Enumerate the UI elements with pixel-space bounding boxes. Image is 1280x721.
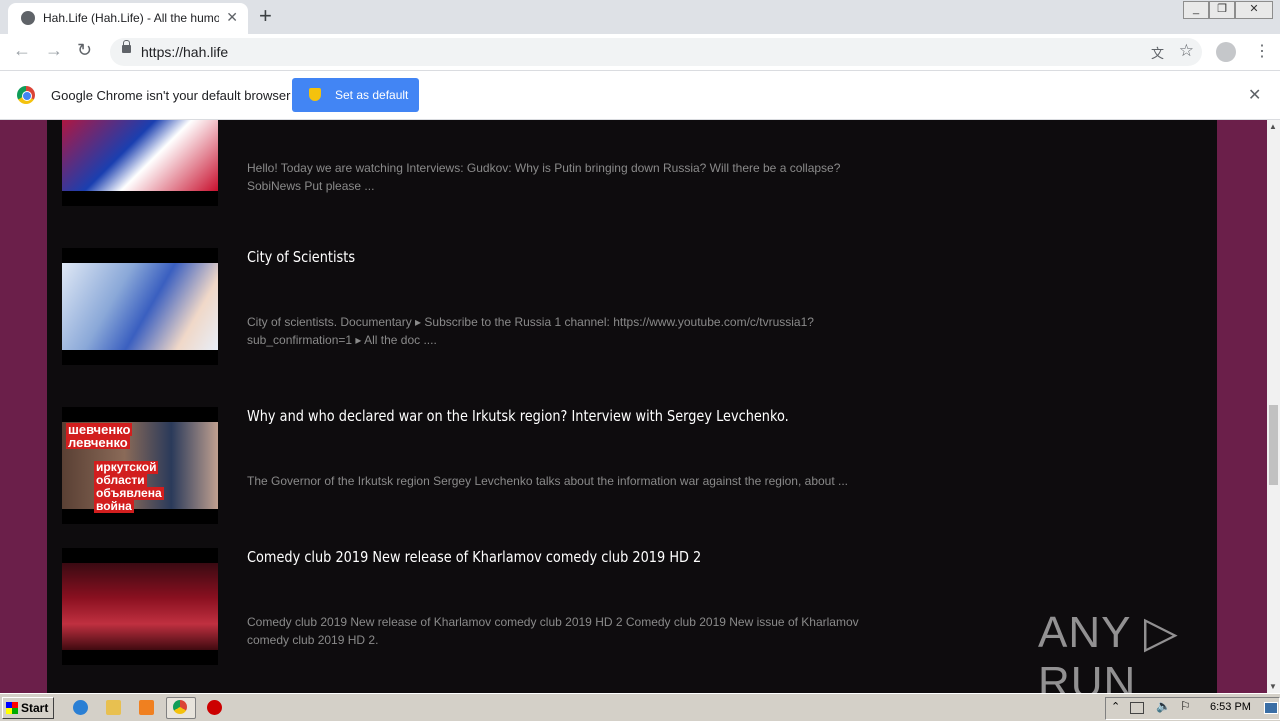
flag-icon[interactable]: ⚐ <box>1180 699 1191 713</box>
forward-button[interactable]: → <box>45 40 63 61</box>
back-button[interactable]: ← <box>13 40 31 61</box>
thumbnail-caption: иркутской области объявлена война <box>94 461 164 513</box>
set-default-label: Set as default <box>335 88 409 102</box>
windows-taskbar: Start ⌃ 🔈 ⚐ 6:53 PM <box>0 693 1280 721</box>
browser-tab[interactable]: Hah.Life (Hah.Life) - All the humor in ✕ <box>8 3 248 34</box>
video-title[interactable]: City of Scientists <box>247 248 355 266</box>
clock: 6:53 PM <box>1210 701 1251 713</box>
video-thumbnail[interactable] <box>62 248 218 365</box>
minimize-button[interactable]: _ <box>1183 1 1209 19</box>
translate-icon[interactable]: 文 <box>1151 43 1164 62</box>
bookmark-star-icon[interactable]: ☆ <box>1179 41 1194 61</box>
network-icon[interactable] <box>1130 702 1144 714</box>
globe-icon <box>21 11 35 25</box>
video-thumbnail[interactable]: шевченко левченко иркутской области объя… <box>62 407 218 524</box>
set-default-button[interactable]: Set as default <box>292 78 419 112</box>
chrome-menu-icon[interactable]: ⋮ <box>1254 41 1270 61</box>
system-tray: ⌃ 🔈 ⚐ 6:53 PM <box>1105 697 1280 720</box>
reload-button[interactable]: ↻ <box>77 40 92 61</box>
tray-expand-icon[interactable]: ⌃ <box>1111 700 1120 713</box>
tab-close-icon[interactable]: ✕ <box>226 9 238 26</box>
video-thumbnail[interactable] <box>62 120 218 206</box>
infobar-message: Google Chrome isn't your default browser <box>51 88 291 103</box>
scroll-up-arrow-icon[interactable]: ▲ <box>1269 122 1277 131</box>
video-description: Hello! Today we are watching Interviews:… <box>247 161 841 193</box>
address-bar[interactable]: https://hah.life 文 ☆ <box>110 38 1202 66</box>
video-title[interactable]: Comedy club 2019 New release of Kharlamo… <box>247 548 701 566</box>
video-description: Comedy club 2019 New release of Kharlamo… <box>247 615 859 647</box>
start-label: Start <box>21 701 49 715</box>
thumbnail-caption: шевченко левченко <box>66 423 133 450</box>
shield-icon <box>309 88 321 101</box>
windows-flag-icon <box>6 702 18 714</box>
video-title[interactable]: Why and who declared war on the Irkutsk … <box>247 407 789 425</box>
thumbnail-text: левченко <box>66 435 130 450</box>
video-thumbnail[interactable] <box>62 548 218 665</box>
default-browser-infobar: Google Chrome isn't your default browser… <box>0 71 1280 120</box>
start-button[interactable]: Start <box>2 697 54 719</box>
restore-button[interactable]: ❐ <box>1209 1 1235 19</box>
new-tab-button[interactable]: + <box>259 3 272 29</box>
volume-icon[interactable]: 🔈 <box>1156 699 1171 713</box>
browser-toolbar: ← → ↻ https://hah.life 文 ☆ ⋮ <box>0 34 1280 71</box>
show-desktop-icon[interactable] <box>1264 702 1278 714</box>
video-description: City of scientists. Documentary ▸ Subscr… <box>247 315 814 347</box>
chrome-logo-icon <box>17 86 35 104</box>
tab-title: Hah.Life (Hah.Life) - All the humor in <box>43 11 219 25</box>
url-text[interactable]: https://hah.life <box>141 44 228 60</box>
video-description: The Governor of the Irkutsk region Serge… <box>247 474 849 488</box>
scrollbar-thumb[interactable] <box>1269 405 1278 485</box>
lock-icon[interactable] <box>122 40 131 53</box>
chrome-icon <box>173 700 187 714</box>
thumbnail-text: война <box>94 499 134 513</box>
media-player-icon[interactable] <box>139 700 154 715</box>
window-close-button[interactable]: ✕ <box>1235 1 1273 19</box>
profile-avatar-icon[interactable] <box>1216 42 1236 62</box>
internet-explorer-icon[interactable] <box>73 700 88 715</box>
folder-icon[interactable] <box>106 700 121 715</box>
opera-icon[interactable] <box>207 700 222 715</box>
infobar-close-icon[interactable]: ✕ <box>1248 85 1261 105</box>
tab-strip: Hah.Life (Hah.Life) - All the humor in ✕… <box>0 0 1280 34</box>
